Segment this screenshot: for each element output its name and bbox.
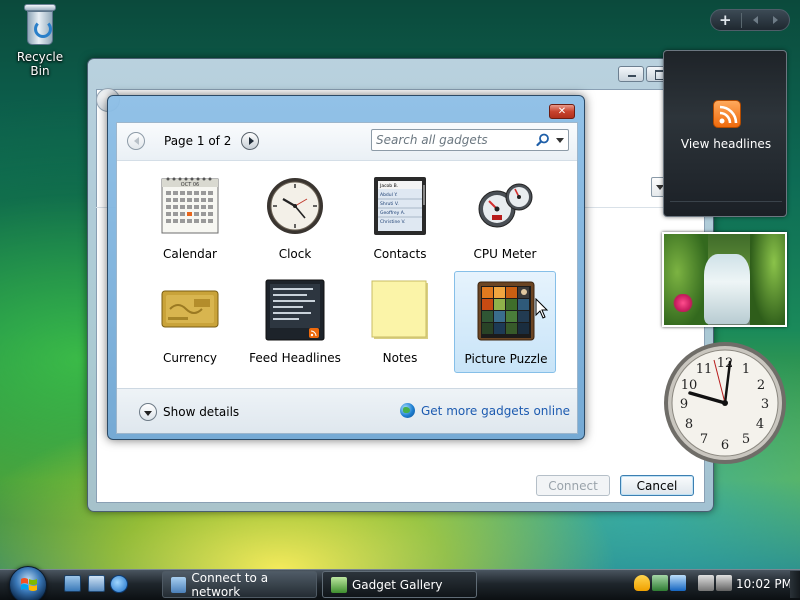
search-input[interactable] [376,132,526,148]
feed-headlines-gadget[interactable]: View headlines [663,50,787,217]
sidebar-icon[interactable] [670,575,686,591]
minimize-button[interactable] [618,66,644,82]
system-clock[interactable]: 10:02 PM [736,577,792,591]
gadget-name: Feed Headlines [249,351,341,365]
contact-name: Abdul Y. [380,192,398,198]
add-gadget-button[interactable]: + [719,11,732,29]
gadget-name: Picture Puzzle [464,352,548,366]
gadget-name: Notes [382,351,418,365]
recycle-bin-icon [23,2,57,46]
globe-icon [400,403,415,418]
previous-page-button[interactable] [127,132,145,150]
gadget-name: CPU Meter [473,247,537,261]
gadget-name: Clock [278,247,312,261]
taskbar-button-label: Gadget Gallery [352,577,443,592]
view-headlines-label: View headlines [680,137,772,151]
gallery-header: Page 1 of 2 [117,123,577,161]
notes-icon [371,280,428,339]
contact-name: Geoffrey A. [380,210,405,216]
svg-text:2: 2 [757,378,765,393]
svg-text:7: 7 [700,432,708,447]
show-details-label: Show details [163,405,240,419]
gadget-tile-contacts[interactable]: Jacob B. Abdul Y. Shruti V. Geoffrey A. … [349,167,451,269]
security-shield-icon[interactable] [634,575,650,591]
svg-text:1: 1 [742,362,750,377]
internet-explorer-icon[interactable] [110,575,128,593]
svg-text:5: 5 [742,432,750,447]
taskbar-button-gadget-gallery[interactable]: Gadget Gallery [322,571,477,598]
gadget-gallery-icon [331,576,347,593]
slideshow-gadget[interactable] [662,232,787,327]
contact-name: Christine V. [380,219,406,225]
currency-icon [161,290,219,328]
recycle-bin-label: Recycle Bin [16,50,64,78]
contact-name: Shruti V. [380,201,399,207]
page-indicator: Page 1 of 2 [164,134,232,148]
connect-button[interactable]: Connect [536,475,610,496]
recycle-bin-desktop-icon[interactable]: Recycle Bin [6,2,74,78]
rss-icon [713,100,741,128]
sidebar-controls: + [710,9,790,31]
gadget-tile-cpu-meter[interactable]: CPU Meter [454,167,556,269]
gadget-tile-feed-headlines[interactable]: Feed Headlines [244,271,346,373]
get-more-gadgets-link[interactable]: Get more gadgets online [400,403,570,418]
svg-text:11: 11 [696,362,713,377]
close-button[interactable]: ✕ [549,104,575,119]
sidebar-next-button[interactable] [773,16,778,24]
feed-headlines-icon [265,279,325,341]
chevron-right-icon [248,137,254,145]
taskbar-button-label: Connect to a network [191,570,269,599]
gallery-content: Page 1 of 2 OCT 06 [116,122,578,434]
switch-windows-icon[interactable] [88,575,105,592]
cpu-meter-icon [478,183,533,228]
picture-puzzle-icon [477,281,535,341]
chevron-down-icon [139,403,157,421]
gadget-tile-clock[interactable]: Clock [244,167,346,269]
taskbar-button-connect-to-network[interactable]: Connect to a network [162,570,317,599]
start-button[interactable] [9,566,47,600]
svg-text:4: 4 [756,417,764,432]
get-more-gadgets-label: Get more gadgets online [421,403,571,418]
calendar-month-label: OCT 06 [181,182,199,188]
gadget-tile-picture-puzzle[interactable]: Picture Puzzle [454,271,556,373]
gadget-tile-notes[interactable]: Notes [349,271,451,373]
cancel-button[interactable]: Cancel [620,475,694,496]
contacts-icon: Jacob B. Abdul Y. Shruti V. Geoffrey A. … [374,177,426,235]
sidebar-prev-button[interactable] [753,16,758,24]
gadget-grid: OCT 06 Calendar Clock Jacob B. Abdul Y. … [117,161,577,389]
gadget-tile-currency[interactable]: Currency [139,271,241,373]
gadget-name: Contacts [373,247,427,261]
svg-text:9: 9 [680,397,688,412]
gadget-name: Currency [162,351,218,365]
calendar-icon: OCT 06 [161,177,219,234]
next-page-button[interactable] [241,132,259,150]
search-options-dropdown[interactable] [556,138,564,143]
search-icon[interactable] [536,133,550,147]
clock-gadget[interactable]: 12 123 4567 891011 [662,340,788,466]
gadget-tile-calendar[interactable]: OCT 06 Calendar [139,167,241,269]
network-icon [171,576,187,593]
volume-muted-icon[interactable] [716,575,732,591]
system-tray: 10:02 PM [630,571,800,598]
network-status-icon[interactable] [698,575,714,591]
show-details-toggle[interactable]: Show details [139,403,239,421]
gallery-footer: Show details Get more gadgets online [117,388,577,433]
svg-text:8: 8 [685,417,693,432]
show-desktop-icon[interactable] [64,575,81,592]
contact-name: Jacob B. [379,183,398,189]
show-desktop-grip[interactable] [790,571,800,598]
clock-icon [267,178,323,234]
chevron-left-icon [133,137,139,145]
svg-text:6: 6 [721,438,729,453]
gadget-name: Calendar [163,247,217,261]
mouse-cursor-icon [535,298,549,319]
svg-text:3: 3 [761,397,769,412]
gadget-gallery-window: ✕ Page 1 of 2 OCT 06 [107,95,585,440]
checkmark-icon[interactable] [652,575,668,591]
svg-text:10: 10 [681,378,698,393]
windows-flag-icon [21,578,37,591]
search-box [371,129,569,151]
close-icon: ✕ [557,106,567,117]
